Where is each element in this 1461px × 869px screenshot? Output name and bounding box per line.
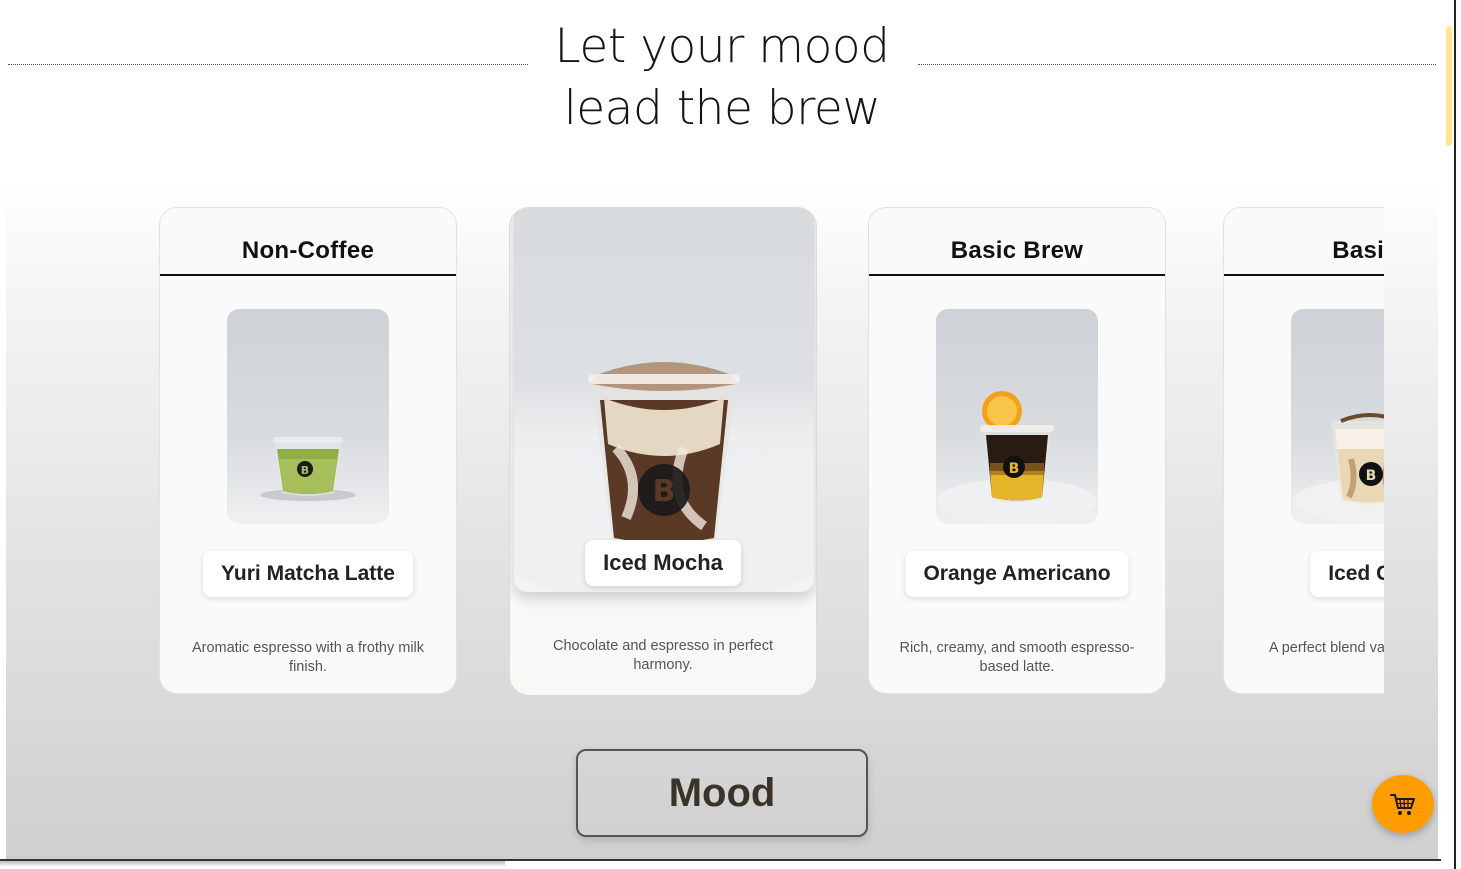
svg-text:B: B [1366, 468, 1377, 484]
heading-divider-right [918, 64, 1436, 65]
iced-cappuccino-image: B [1292, 413, 1384, 523]
drink-carousel[interactable]: Non-Coffee B Yuri Matcha Latte Aromatic … [60, 207, 1384, 697]
card-category: Basic Brew [869, 208, 1165, 276]
drink-card-iced-cappuccino[interactable]: Basic I B Iced Cap A perfect blend vanil… [1223, 207, 1384, 694]
scrollbar-track [1454, 0, 1456, 869]
card-description: Rich, creamy, and smooth espresso-based … [899, 640, 1135, 675]
drink-photo: B [227, 309, 389, 524]
card-category: Basic I [1224, 208, 1384, 276]
card-drink-name: Yuri Matcha Latte [203, 551, 413, 597]
card-description: A perfect blend vanilla, and cara [1268, 640, 1384, 656]
card-category: Non-Coffee [160, 208, 456, 276]
heading-line-1: Let your mood [554, 19, 890, 74]
drink-photo: B [514, 208, 814, 592]
mood-button[interactable]: Mood [576, 749, 868, 837]
card-drink-name: Orange Americano [905, 551, 1129, 597]
card-description: Aromatic espresso with a frothy milk fin… [191, 640, 425, 675]
card-drink-name: Iced Mocha [585, 540, 741, 586]
page-heading: Let your mood lead the brew [530, 16, 914, 140]
page-bottom-shadow [0, 861, 505, 867]
card-description: Chocolate and espresso in perfect harmon… [552, 638, 774, 673]
drink-card-orange-americano[interactable]: Basic Brew B Orange Americano Rich, crea… [868, 207, 1166, 694]
heading-line-2: lead the brew [563, 81, 881, 136]
svg-text:B: B [1009, 461, 1020, 477]
heading-divider-left [8, 64, 528, 65]
matcha-latte-image: B [260, 437, 356, 501]
cart-icon [1390, 794, 1415, 815]
drink-photo: B [1291, 309, 1384, 524]
svg-text:B: B [653, 474, 676, 509]
page-scrollbar[interactable] [1441, 0, 1461, 869]
drink-card-yuri-matcha-latte[interactable]: Non-Coffee B Yuri Matcha Latte Aromatic … [159, 207, 457, 694]
svg-text:B: B [301, 464, 309, 477]
card-drink-name: Iced Cap [1310, 551, 1384, 597]
scrollbar-thumb[interactable] [1446, 26, 1452, 146]
orange-americano-image: B [937, 391, 1097, 523]
iced-mocha-image: B [514, 362, 814, 592]
cart-button[interactable] [1372, 775, 1434, 833]
drink-card-iced-mocha-featured[interactable]: B Iced Mocha Chocolate and espresso in p… [509, 207, 817, 696]
drink-photo: B [936, 309, 1098, 524]
